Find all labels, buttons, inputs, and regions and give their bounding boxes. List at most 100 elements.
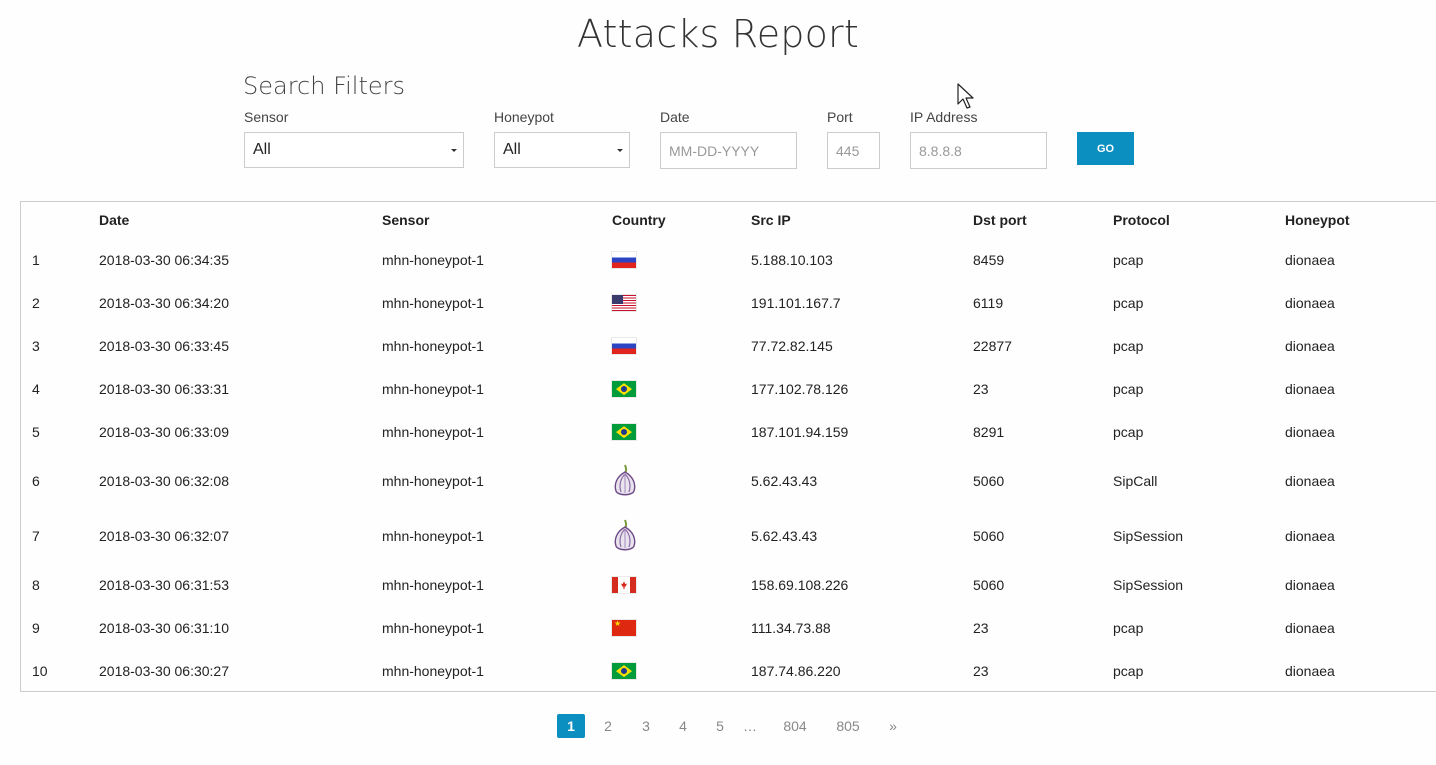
row-protocol: pcap <box>1113 380 1144 397</box>
row-protocol: pcap <box>1113 337 1144 354</box>
row-sensor: mhn-honeypot-1 <box>382 337 484 354</box>
date-input[interactable] <box>660 132 797 169</box>
row-src-ip: 77.72.82.145 <box>751 337 833 354</box>
sensor-select[interactable]: All <box>244 132 464 168</box>
row-protocol: pcap <box>1113 423 1144 440</box>
row-sensor: mhn-honeypot-1 <box>382 619 484 636</box>
ip-address-label: IP Address <box>910 109 978 125</box>
row-dst-port: 5060 <box>973 472 1005 489</box>
row-honeypot: dionaea <box>1285 380 1335 397</box>
row-dst-port: 22877 <box>973 337 1012 354</box>
row-number: 5 <box>32 423 40 440</box>
sensor-label: Sensor <box>244 109 289 125</box>
row-honeypot: dionaea <box>1285 423 1335 440</box>
row-date: 2018-03-30 06:33:31 <box>99 380 229 397</box>
row-honeypot: dionaea <box>1285 337 1335 354</box>
attacks-table-container: Date Sensor Country Src IP Dst port Prot… <box>20 201 1436 692</box>
table-row: 5 2018-03-30 06:33:09 mhn-honeypot-1 187.10… <box>21 410 1436 453</box>
row-dst-port: 8291 <box>973 423 1005 440</box>
table-header-row: Date Sensor Country Src IP Dst port Prot… <box>21 202 1436 238</box>
header-sensor: Sensor <box>382 212 430 228</box>
row-date: 2018-03-30 06:32:07 <box>99 527 229 544</box>
port-filter: Port <box>827 109 880 169</box>
go-button[interactable]: GO <box>1077 132 1134 165</box>
row-number: 7 <box>32 527 40 544</box>
table-row: 7 2018-03-30 06:32:07 mhn-honeypot-1 5.62.4… <box>21 508 1436 563</box>
row-protocol: pcap <box>1113 251 1144 268</box>
row-sensor: mhn-honeypot-1 <box>382 576 484 593</box>
table-row: 6 2018-03-30 06:32:08 mhn-honeypot-1 5.62.4… <box>21 453 1436 508</box>
row-number: 9 <box>32 619 40 636</box>
pagination-next[interactable]: » <box>871 714 915 738</box>
row-protocol: SipCall <box>1113 472 1158 489</box>
date-label: Date <box>660 109 690 125</box>
header-protocol: Protocol <box>1113 212 1170 228</box>
row-honeypot: dionaea <box>1285 527 1335 544</box>
table-row: 1 2018-03-30 06:34:35 mhn-honeypot-1 5.188.… <box>21 238 1436 281</box>
row-country <box>612 649 751 692</box>
row-date: 2018-03-30 06:34:20 <box>99 294 229 311</box>
table-row: 2 2018-03-30 06:34:20 mhn-honeypot-1 191.10… <box>21 281 1436 324</box>
row-number: 3 <box>32 337 40 354</box>
row-number: 1 <box>32 251 40 268</box>
pagination-page-5[interactable]: 5 <box>705 714 735 738</box>
row-date: 2018-03-30 06:32:08 <box>99 472 229 489</box>
row-sensor: mhn-honeypot-1 <box>382 423 484 440</box>
row-number: 8 <box>32 576 40 593</box>
row-protocol: pcap <box>1113 619 1144 636</box>
header-number <box>21 202 99 238</box>
row-protocol: pcap <box>1113 294 1144 311</box>
honeypot-select[interactable]: All <box>494 132 630 168</box>
brazil-flag-icon <box>612 424 636 441</box>
sensor-filter: Sensor All <box>244 109 464 168</box>
table-row: 3 2018-03-30 06:33:45 mhn-honeypot-1 77.72.… <box>21 324 1436 367</box>
pagination-page-805[interactable]: 805 <box>825 714 871 738</box>
row-number: 6 <box>32 472 40 489</box>
russia-flag-icon <box>612 338 636 355</box>
sensor-select-value: All <box>253 141 271 158</box>
pagination-page-804[interactable]: 804 <box>765 714 825 738</box>
row-date: 2018-03-30 06:31:10 <box>99 619 229 636</box>
row-src-ip: 5.62.43.43 <box>751 472 818 489</box>
pagination-page-3[interactable]: 3 <box>631 714 661 738</box>
row-honeypot: dionaea <box>1285 576 1335 593</box>
row-dst-port: 8459 <box>973 251 1005 268</box>
honeypot-select-value: All <box>503 141 521 158</box>
row-country <box>612 410 751 453</box>
usa-flag-icon <box>612 295 636 312</box>
row-honeypot: dionaea <box>1285 294 1335 311</box>
row-src-ip: 187.74.86.220 <box>751 662 841 679</box>
pagination-page-1[interactable]: 1 <box>557 714 585 738</box>
pagination-ellipsis: … <box>743 718 757 734</box>
row-country <box>612 508 751 563</box>
row-sensor: mhn-honeypot-1 <box>382 472 484 489</box>
row-sensor: mhn-honeypot-1 <box>382 662 484 679</box>
ip-address-input[interactable] <box>910 132 1047 169</box>
row-protocol: SipSession <box>1113 527 1184 544</box>
row-number: 4 <box>32 380 40 397</box>
honeypot-filter: Honeypot All <box>494 109 630 168</box>
table-body: 1 2018-03-30 06:34:35 mhn-honeypot-1 5.188.… <box>21 238 1436 692</box>
row-sensor: mhn-honeypot-1 <box>382 294 484 311</box>
tor-onion-icon <box>614 519 636 550</box>
row-country <box>612 324 751 367</box>
row-country <box>612 606 751 649</box>
row-date: 2018-03-30 06:34:35 <box>99 251 229 268</box>
row-country <box>612 238 751 281</box>
table-row: 4 2018-03-30 06:33:31 mhn-honeypot-1 177.10… <box>21 367 1436 410</box>
russia-flag-icon <box>612 252 636 269</box>
row-honeypot: dionaea <box>1285 472 1335 489</box>
caret-down-icon <box>617 149 623 152</box>
canada-flag-icon <box>612 577 636 594</box>
search-filters-heading: Search Filters <box>243 72 406 100</box>
header-dst-port: Dst port <box>973 212 1027 228</box>
row-number: 2 <box>32 294 40 311</box>
china-flag-icon <box>612 619 636 637</box>
row-src-ip: 5.62.43.43 <box>751 527 818 544</box>
row-protocol: SipSession <box>1113 576 1184 593</box>
pagination-page-2[interactable]: 2 <box>585 714 631 738</box>
pagination-page-4[interactable]: 4 <box>661 714 705 738</box>
row-dst-port: 23 <box>973 380 989 397</box>
row-dst-port: 6119 <box>973 294 1004 311</box>
port-input[interactable] <box>827 132 880 169</box>
